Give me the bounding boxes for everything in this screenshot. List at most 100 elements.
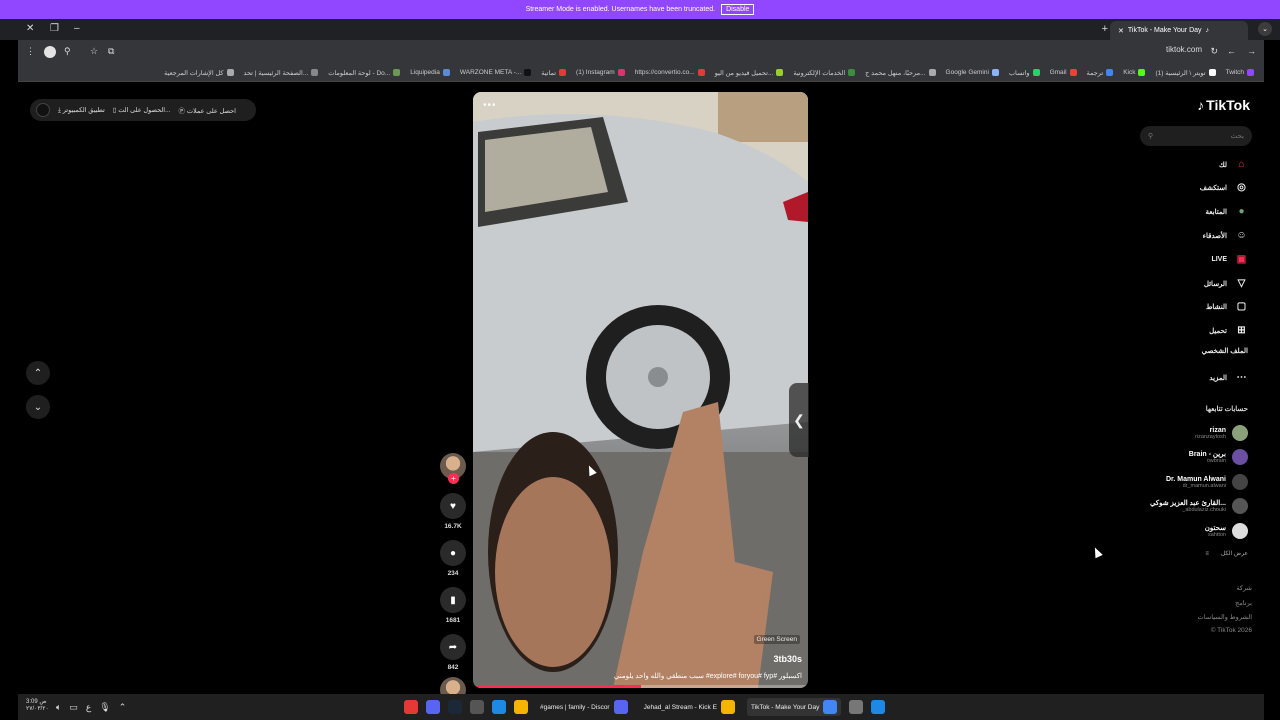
bookmark-label: الخدمات الإلكترونية [793, 69, 846, 77]
bookmark-item[interactable]: ترجمة [1087, 69, 1114, 77]
bookmark-item[interactable]: Gmail [1050, 69, 1077, 76]
taskbar-app-icon[interactable] [426, 700, 440, 714]
bookmark-item[interactable]: WARZONE META -... [460, 69, 532, 76]
clock-date: ٢٧/٠٣/٢٠ [26, 706, 49, 712]
bookmark-item[interactable]: الصفحة الرئيسية | تحد... [244, 69, 319, 77]
search-input[interactable]: ⚲ بحث [1140, 126, 1252, 146]
tab-close-icon[interactable]: ✕ [1118, 27, 1124, 35]
green-screen-tag[interactable]: Green Screen [753, 635, 800, 644]
mobile-app-link[interactable]: ▯ الحصول على الت... [113, 106, 171, 114]
bookmark-item[interactable]: كل الإشارات المرجعية [164, 69, 234, 77]
profile-avatar[interactable] [44, 46, 56, 58]
reload-icon[interactable]: ↻ [1210, 46, 1218, 57]
bookmark-item[interactable]: Kick [1123, 69, 1146, 76]
sidebar-item-3[interactable]: الأصدقاء ☺ [1203, 229, 1248, 242]
sidebar-item-6[interactable]: النشاط ▢ [1206, 300, 1248, 313]
taskbar-app-button[interactable]: TikTok - Make Your Day [746, 698, 842, 716]
bookmark-label: Twitch [1225, 69, 1244, 76]
live-icon: ▣ [1236, 254, 1247, 265]
sidebar-item-8[interactable]: الملف الشخصي [1202, 347, 1248, 355]
follow-plus-icon[interactable]: + [448, 473, 459, 484]
taskbar-app-icon[interactable] [514, 700, 528, 714]
back-icon[interactable]: ← [1227, 46, 1236, 56]
new-tab-icon[interactable]: + [1102, 23, 1108, 35]
bookmark-item[interactable]: (1) Instagram [576, 69, 625, 76]
chevron-up-icon: ⌃ [33, 367, 43, 379]
footer-link[interactable]: برنامج [1235, 599, 1252, 607]
sidebar-item-1[interactable]: استكشف ◎ [1200, 181, 1248, 194]
comment-button[interactable]: ● [440, 540, 466, 566]
sidebar-item-5[interactable]: الرسائل ▽ [1204, 277, 1248, 290]
footer-link[interactable]: الشروط والسياسات [1198, 613, 1252, 621]
get-coins-link[interactable]: Ⓟ احصل على عملات [179, 105, 236, 115]
see-all-button[interactable]: ≡ عرض الكل [1205, 550, 1248, 558]
sidebar-item-0[interactable]: لك ⌂ [1219, 158, 1248, 171]
next-video-button[interactable]: ⌄ [26, 395, 50, 419]
following-account[interactable]: القارئ عبد العزيز شوكي... _abdulaziz.chou… [1150, 498, 1248, 514]
taskbar-app-icon[interactable] [404, 700, 418, 714]
sidebar-item-4[interactable]: LIVE ▣ [1211, 253, 1248, 266]
show-hidden-icons-icon[interactable]: ⌃ [119, 702, 127, 713]
video-player[interactable]: ••• Green Screen 3tb30s سبب منطقي والله … [473, 92, 808, 688]
sidebar-item-2[interactable]: المتابعة ● [1206, 205, 1248, 218]
taskbar-app-button[interactable]: #games | family - Discor [536, 698, 632, 716]
bookmark-item[interactable]: https://convertio.co... [635, 69, 705, 76]
video-author[interactable]: 3tb30s [773, 654, 802, 664]
following-account[interactable]: Brain - برين owbrain [1189, 449, 1248, 465]
bookmark-item[interactable]: Liquipedia [410, 69, 450, 76]
sidebar-item-9[interactable]: المزيد ⋯ [1209, 371, 1248, 384]
bookmark-item[interactable]: Twitch [1226, 69, 1254, 76]
taskbar-app-icon[interactable] [871, 700, 886, 714]
following-handle: dr_mamun.alwani [1182, 482, 1226, 489]
restore-window-icon[interactable]: ❐ [50, 23, 59, 34]
forward-icon[interactable]: → [1247, 46, 1256, 56]
footer-link[interactable]: شركة [1236, 584, 1252, 592]
tab-search-icon[interactable]: ⌄ [1258, 22, 1272, 36]
kebab-menu-icon[interactable]: ⋮ [26, 46, 35, 57]
bookmark-item[interactable]: لوحة المعلومات - Do... [328, 69, 401, 77]
address-bar[interactable]: tiktok.com [1166, 45, 1202, 54]
following-name: Dr. Mamun Alwani [1165, 475, 1226, 483]
more-options-icon[interactable]: ••• [483, 100, 497, 111]
system-clock[interactable]: 3:09 ص ٢٧/٠٣/٢٠ [26, 699, 49, 713]
creator-avatar[interactable]: + [440, 453, 466, 484]
bookmark-item[interactable]: واتساب [1009, 69, 1040, 77]
bookmark-star-icon[interactable]: ☆ [90, 46, 98, 57]
bookmark-item[interactable]: مرحبًا، منهل محمد ج... [865, 69, 936, 77]
close-window-icon[interactable]: ✕ [26, 23, 34, 34]
microphone-icon[interactable]: 🎙︎ [99, 702, 110, 713]
taskbar-app-icon[interactable] [470, 700, 484, 714]
like-button[interactable]: ♥ [440, 493, 466, 519]
open-comments-panel-button[interactable]: ❮ [789, 383, 809, 457]
taskbar-app-icon[interactable] [849, 700, 864, 714]
minimize-window-icon[interactable]: – [74, 23, 80, 34]
volume-icon[interactable]: 🔈︎ [56, 702, 61, 713]
taskbar-app-icon[interactable] [448, 700, 462, 714]
bookmark-item[interactable]: (1) تويتر \ الرئيسية [1155, 69, 1216, 77]
extensions-icon[interactable]: ⚲ [64, 46, 71, 57]
bookmark-item[interactable]: الخدمات الإلكترونية [793, 69, 856, 77]
taskbar-app-button[interactable]: Jehad_al Stream - Kick E [640, 698, 739, 716]
banner-text: Streamer Mode is enabled. Usernames have… [525, 6, 716, 13]
mobile-app-label: الحصول على الت... [118, 107, 171, 114]
video-progress-bar[interactable] [473, 685, 808, 688]
following-account[interactable]: سحتون sahtton [1205, 523, 1248, 539]
taskbar-app-icon[interactable] [492, 700, 506, 714]
desktop-app-link[interactable]: ⤓ تطبيق الكمبيوتر [58, 106, 105, 115]
bookmark-item[interactable]: تحميل فيديو من اليو... [715, 69, 784, 77]
sidebar-item-7[interactable]: تحميل ⊞ [1209, 324, 1248, 337]
share-button[interactable]: ➦ [440, 634, 466, 660]
disable-streamer-mode-button[interactable]: Disable [721, 4, 755, 15]
dark-mode-toggle[interactable] [36, 103, 50, 117]
tiktok-logo[interactable]: ♪ TikTok [1197, 97, 1250, 113]
bookmark-item[interactable]: تماتية [541, 69, 567, 77]
save-button[interactable]: ▮ [440, 587, 466, 613]
following-account[interactable]: Dr. Mamun Alwani dr_mamun.alwani [1166, 474, 1248, 490]
language-indicator[interactable]: ع [86, 702, 91, 713]
previous-video-button[interactable]: ⌃ [26, 361, 50, 385]
bookmark-item[interactable]: Google Gemini [946, 69, 999, 76]
display-icon[interactable]: ▭ [69, 702, 78, 713]
tab-tiktok[interactable]: ✕ TikTok - Make Your Day ♪ [1110, 21, 1248, 40]
share-icon[interactable]: ⧉ [108, 46, 114, 57]
following-account[interactable]: rizan rizanzaytosh [1195, 425, 1248, 441]
